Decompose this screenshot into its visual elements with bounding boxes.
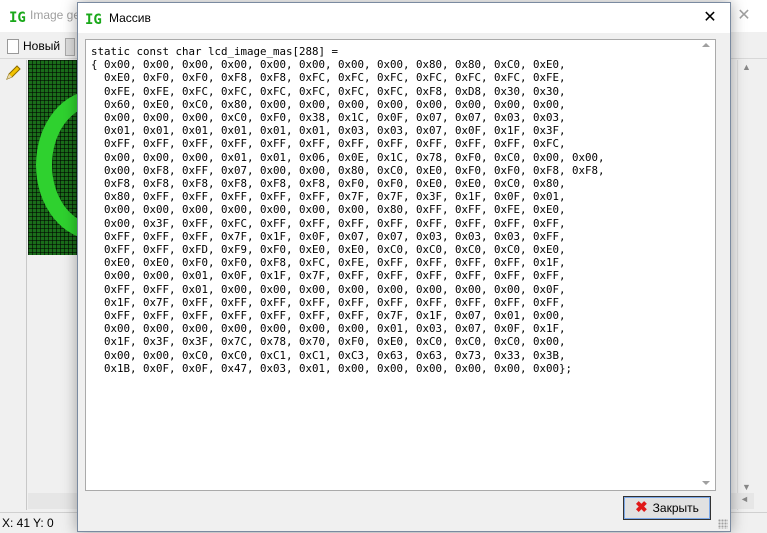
code-line: 0x00, 0x00, 0x00, 0xC0, 0xF0, 0x38, 0x1C… (91, 111, 566, 125)
array-code-text: static const char lcd_image_mas[288] = {… (91, 45, 691, 375)
code-line: 0x1F, 0x7F, 0xFF, 0xFF, 0xFF, 0xFF, 0xFF… (91, 295, 566, 309)
code-line: 0x1B, 0x0F, 0x0F, 0x47, 0x03, 0x01, 0x00… (91, 361, 573, 375)
close-button[interactable]: ✖ Закрыть (623, 496, 711, 520)
new-button-label: Новый (23, 39, 61, 53)
code-line: 0xE0, 0xF0, 0xF0, 0xF8, 0xF8, 0xFC, 0xFC… (91, 71, 566, 85)
scroll-down-arrow-icon[interactable] (702, 481, 710, 485)
code-line: 0xFF, 0xFF, 0x01, 0x00, 0x00, 0x00, 0x00… (91, 282, 566, 296)
app-logo-icon: IG (85, 12, 102, 27)
lcd-image-canvas[interactable] (28, 60, 78, 255)
main-window-title: Image ge (30, 8, 81, 22)
code-line: 0xFF, 0xFF, 0xFD, 0xF9, 0xF0, 0xE0, 0xE0… (91, 243, 566, 257)
svg-text:IG: IG (9, 10, 26, 25)
dialog-close-icon[interactable]: ✕ (698, 6, 722, 30)
scroll-left-arrow-icon[interactable]: ◄ (740, 494, 749, 504)
new-document-icon (7, 38, 19, 54)
scroll-up-arrow-icon[interactable]: ▲ (742, 62, 751, 72)
code-line: 0x00, 0xF8, 0xFF, 0x07, 0x00, 0x00, 0x80… (91, 163, 605, 177)
code-line: static const char lcd_image_mas[288] = (91, 45, 339, 58)
dialog-title: Массив (109, 11, 151, 25)
main-close-icon[interactable]: ✕ (728, 4, 760, 28)
code-line: 0x00, 0x00, 0x00, 0x01, 0x01, 0x06, 0x0E… (91, 150, 605, 164)
code-line: 0x60, 0xE0, 0xC0, 0x80, 0x00, 0x00, 0x00… (91, 97, 566, 111)
code-line: 0xFF, 0xFF, 0xFF, 0xFF, 0xFF, 0xFF, 0xFF… (91, 137, 566, 151)
app-logo-icon: IG (9, 10, 26, 25)
new-button[interactable]: Новый (3, 36, 64, 56)
code-line: 0x01, 0x01, 0x01, 0x01, 0x01, 0x01, 0x03… (91, 124, 566, 138)
code-line: 0xE0, 0xE0, 0xF0, 0xF0, 0xF8, 0xFC, 0xFE… (91, 256, 566, 270)
toolbar-button-partial[interactable] (65, 38, 75, 56)
code-line: 0xFF, 0xFF, 0xFF, 0xFF, 0xFF, 0xFF, 0xFF… (91, 309, 566, 323)
scroll-down-arrow-icon[interactable]: ▼ (742, 482, 751, 492)
canvas-shape-ring (36, 90, 78, 240)
code-line: 0x00, 0x3F, 0xFF, 0xFC, 0xFF, 0xFF, 0xFF… (91, 216, 566, 230)
svg-text:IG: IG (85, 12, 102, 27)
close-button-label: Закрыть (652, 501, 699, 515)
code-line: 0x80, 0xFF, 0xFF, 0xFF, 0xFF, 0xFF, 0x7F… (91, 190, 566, 204)
status-y-coordinate: Y: 0 (33, 516, 54, 530)
code-line: { 0x00, 0x00, 0x00, 0x00, 0x00, 0x00, 0x… (91, 58, 566, 72)
code-line: 0x00, 0x00, 0x00, 0x00, 0x00, 0x00, 0x00… (91, 322, 566, 336)
code-line: 0x00, 0x00, 0x01, 0x0F, 0x1F, 0x7F, 0xFF… (91, 269, 566, 283)
array-dialog: IG Массив ✕ static const char lcd_image_… (77, 2, 731, 532)
pencil-icon[interactable] (4, 64, 22, 82)
code-line: 0xFF, 0xFF, 0xFF, 0x7F, 0x1F, 0x0F, 0x07… (91, 229, 566, 243)
array-code-textarea[interactable]: static const char lcd_image_mas[288] = {… (85, 39, 716, 491)
tools-panel (0, 60, 27, 510)
code-line: 0xFE, 0xFE, 0xFC, 0xFC, 0xFC, 0xFC, 0xFC… (91, 84, 566, 98)
canvas-hscrollbar[interactable] (28, 493, 78, 509)
code-line: 0x00, 0x00, 0x00, 0x00, 0x00, 0x00, 0x00… (91, 203, 566, 217)
code-line: 0x1F, 0x3F, 0x3F, 0x7C, 0x78, 0x70, 0xF0… (91, 335, 566, 349)
code-line: 0xF8, 0xF8, 0xF8, 0xF8, 0xF8, 0xF8, 0xF0… (91, 177, 566, 191)
dialog-titlebar: IG Массив ✕ (78, 3, 730, 33)
status-x-coordinate: X: 41 (2, 516, 31, 530)
red-x-icon: ✖ (635, 499, 648, 516)
scroll-up-arrow-icon[interactable] (702, 43, 710, 47)
code-vscrollbar[interactable] (698, 40, 715, 490)
main-vscrollbar[interactable]: ▲ ▼ (737, 60, 755, 510)
resize-grip[interactable] (718, 519, 728, 529)
code-line: 0x00, 0x00, 0xC0, 0xC0, 0xC1, 0xC1, 0xC3… (91, 348, 566, 362)
